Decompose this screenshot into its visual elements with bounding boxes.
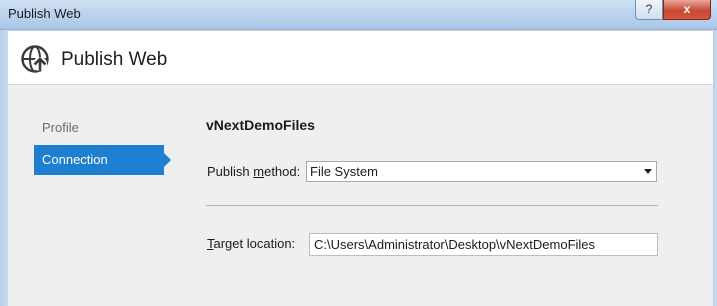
publish-method-select[interactable]: File System [306,161,657,182]
publish-method-value: File System [310,164,378,179]
nav-item-connection[interactable]: Connection [34,145,171,175]
window-frame-right [713,30,717,306]
help-button[interactable]: ? [635,0,663,20]
chevron-down-icon[interactable] [644,169,652,174]
site-name-heading: vNextDemoFiles [206,117,315,133]
globe-upload-icon [21,45,49,73]
publish-method-label-part: ethod: [264,164,301,179]
publish-web-dialog: Publish Web ? x Publish Web Profile Conn… [0,0,717,306]
window-frame-left [0,30,8,306]
nav-item-profile[interactable]: Profile [34,117,164,139]
page-title: Publish Web [61,49,168,70]
close-button[interactable]: x [663,0,711,20]
target-location-input[interactable] [309,233,658,256]
dialog-body: Profile Connection vNextDemoFiles Publis… [8,85,713,306]
publish-method-label: Publish method: [207,164,300,179]
publish-method-label-mnemonic: m [253,164,265,179]
publish-method-label-part: Publish [207,164,254,179]
window-title: Publish Web [8,6,81,21]
target-location-label-part: arget location: [213,236,296,251]
selection-arrow-icon [164,153,171,167]
section-divider [206,205,658,206]
title-bar[interactable]: Publish Web ? x [0,0,717,30]
nav-item-connection-label: Connection [42,152,108,167]
target-location-label: Target location: [207,236,295,251]
dialog-header: Publish Web [8,30,713,85]
